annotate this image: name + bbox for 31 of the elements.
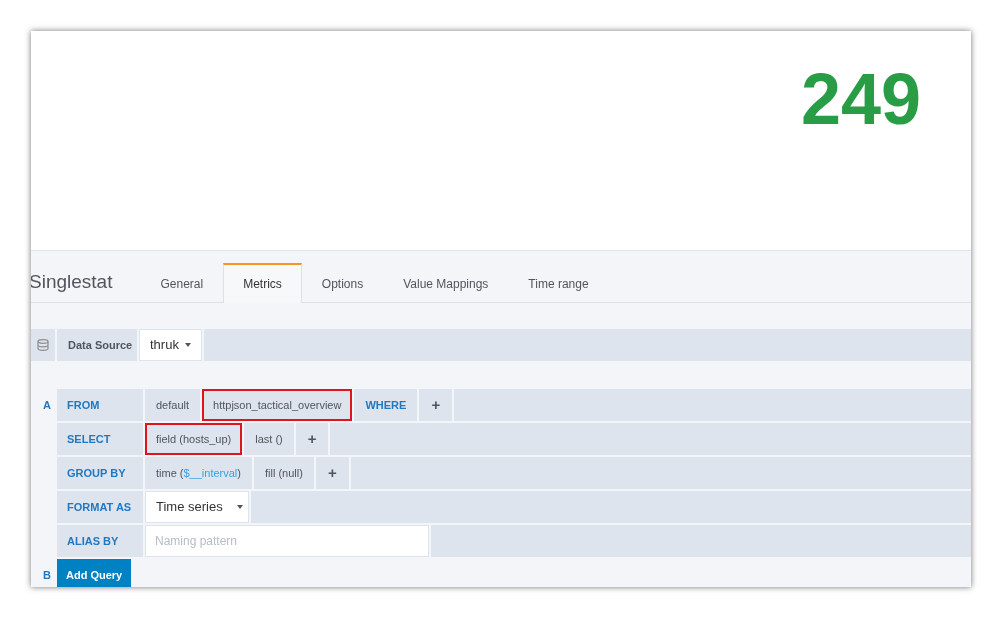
datasource-select[interactable]: thruk — [139, 329, 202, 361]
editor-tab[interactable]: General — [140, 264, 224, 303]
datasource-label: Data Source — [57, 329, 137, 361]
add-segment-button[interactable]: + — [315, 457, 349, 489]
editor-tab[interactable]: Value Mappings — [383, 264, 509, 303]
row-label: FROM — [57, 389, 143, 421]
database-icon — [37, 339, 49, 351]
editor-tab[interactable]: Time range — [508, 264, 609, 303]
add-segment-button[interactable]: + — [295, 423, 329, 455]
row-label: GROUP BY — [57, 457, 143, 489]
alias-input[interactable]: Naming pattern — [145, 525, 429, 557]
query-segment[interactable]: time ($__interval) — [145, 457, 252, 489]
row-label: SELECT — [57, 423, 143, 455]
row-label: ALIAS BY — [57, 525, 143, 557]
editor-tab[interactable]: Options — [301, 264, 384, 303]
stat-value: 249 — [801, 63, 922, 135]
caret-icon — [184, 343, 191, 347]
format-select[interactable]: Time series — [145, 491, 249, 523]
caret-icon — [236, 505, 243, 509]
query-segment[interactable]: httpjson_tactical_overview — [202, 389, 353, 421]
add-query-button[interactable]: Add Query — [57, 559, 132, 587]
query-segment[interactable]: default — [145, 389, 201, 421]
where-keyword[interactable]: WHERE — [354, 389, 418, 421]
add-segment-button[interactable]: + — [419, 389, 453, 421]
query-segment[interactable]: fill (null) — [254, 457, 314, 489]
query-segment[interactable]: last () — [244, 423, 294, 455]
editor-tab[interactable]: Metrics — [223, 263, 302, 303]
query-ref: A — [43, 397, 51, 413]
query-segment[interactable]: field (hosts_up) — [145, 423, 243, 455]
row-label: FORMAT AS — [57, 491, 143, 523]
query-ref: B — [43, 567, 51, 583]
